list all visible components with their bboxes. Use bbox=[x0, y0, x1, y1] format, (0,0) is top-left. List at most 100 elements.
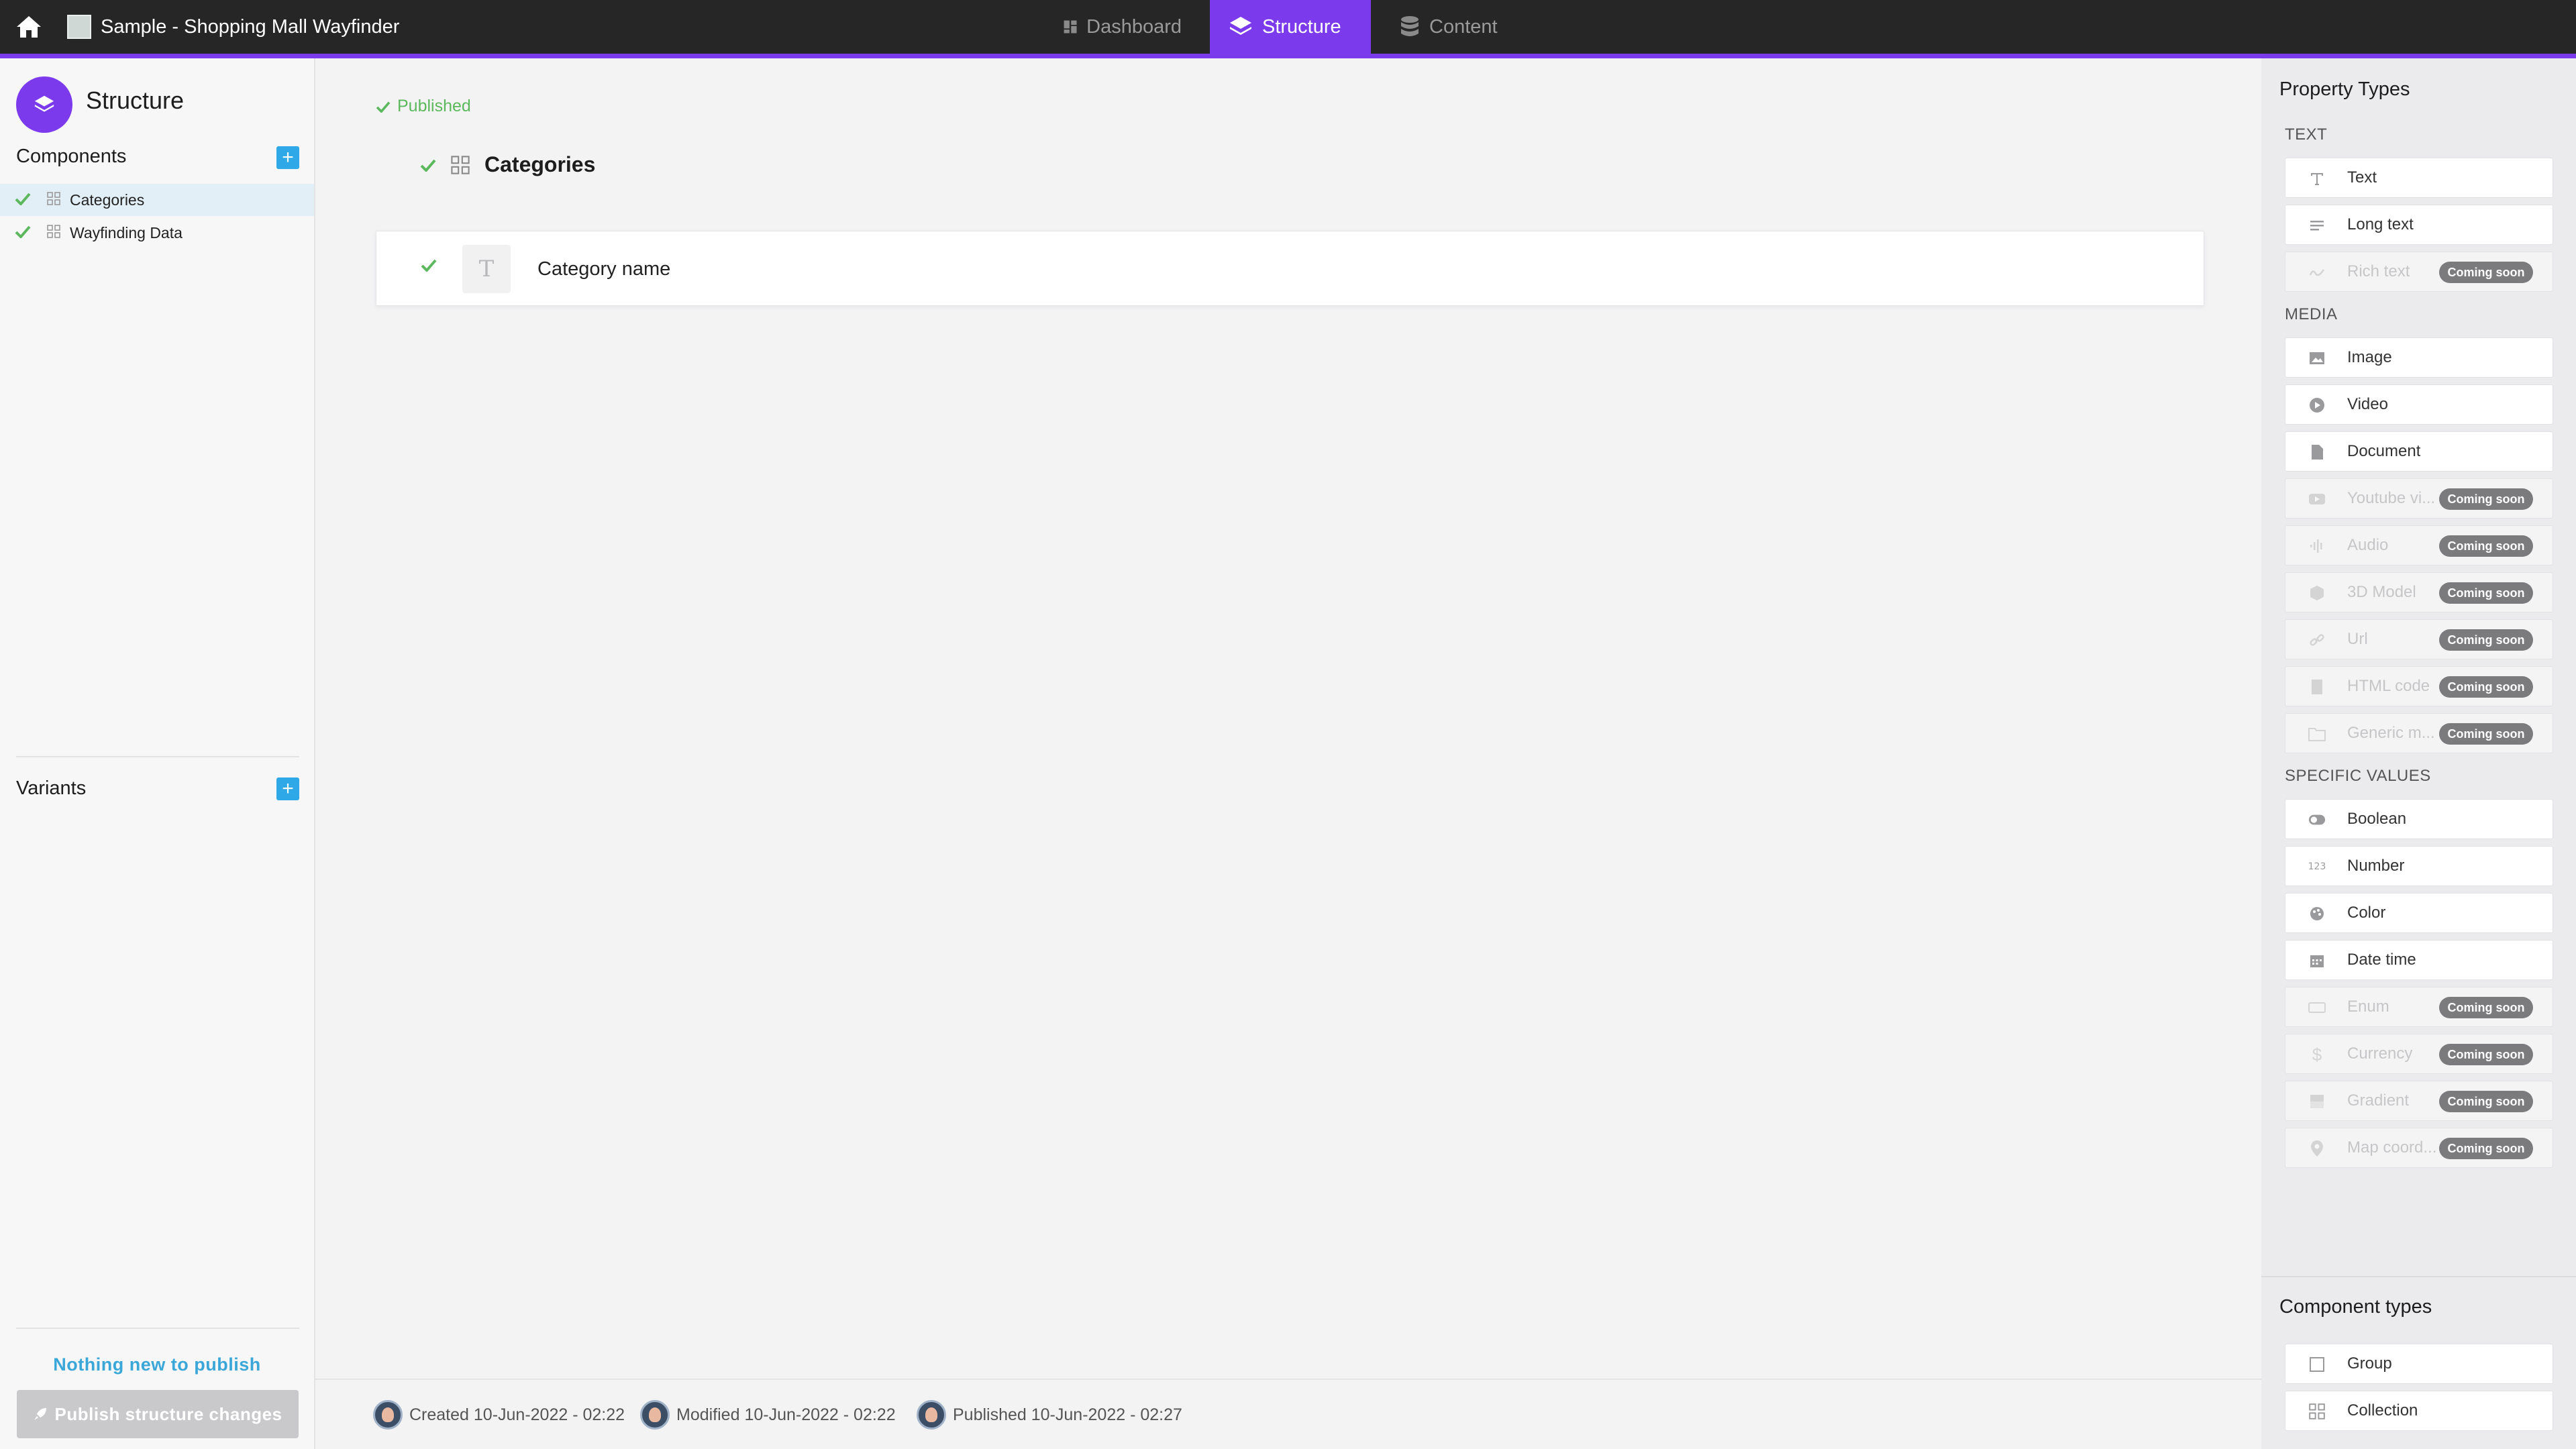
section-media-label: MEDIA bbox=[2285, 305, 2338, 323]
coming-soon-badge: Coming soon bbox=[2439, 535, 2533, 557]
component-type-collection[interactable]: Collection bbox=[2285, 1391, 2553, 1431]
variants-heading: Variants bbox=[16, 777, 87, 799]
coming-soon-badge: Coming soon bbox=[2439, 676, 2533, 698]
coming-soon-badge: Coming soon bbox=[2439, 1044, 2533, 1065]
check-icon bbox=[421, 259, 437, 272]
modified-info: Modified 10-Jun-2022 - 02:22 bbox=[640, 1400, 896, 1430]
tab-dashboard[interactable]: Dashboard bbox=[1045, 0, 1200, 54]
metadata-footer: Created 10-Jun-2022 - 02:22 Modified 10-… bbox=[315, 1379, 2261, 1449]
components-heading: Components bbox=[16, 146, 127, 167]
tab-content[interactable]: Content bbox=[1381, 0, 1522, 54]
audio-icon bbox=[2310, 539, 2322, 553]
component-type-group[interactable]: Group bbox=[2285, 1344, 2553, 1384]
image-icon bbox=[2310, 352, 2324, 364]
component-item-categories[interactable]: Categories bbox=[0, 184, 314, 216]
coming-soon-badge: Coming soon bbox=[2439, 262, 2533, 283]
text-icon bbox=[2311, 173, 2323, 185]
property-type-audio: Audio Coming soon bbox=[2285, 525, 2553, 566]
project-logo bbox=[67, 15, 91, 39]
sidebar-divider bbox=[16, 756, 299, 757]
property-type-document[interactable]: Document bbox=[2285, 431, 2553, 472]
enum-icon bbox=[2308, 1002, 2326, 1013]
published-info: Published 10-Jun-2022 - 02:27 bbox=[917, 1400, 1182, 1430]
property-type-boolean[interactable]: Boolean bbox=[2285, 799, 2553, 839]
property-type-3d-model: 3D Model Coming soon bbox=[2285, 572, 2553, 612]
property-type-long-text[interactable]: Long text bbox=[2285, 205, 2553, 245]
property-types-title: Property Types bbox=[2279, 78, 2410, 100]
publish-structure-button[interactable]: Publish structure changes bbox=[17, 1390, 299, 1438]
active-accent-line bbox=[0, 54, 2576, 58]
property-type-url: Url Coming soon bbox=[2285, 619, 2553, 659]
gradient-icon bbox=[2310, 1095, 2324, 1108]
tab-structure-label: Structure bbox=[1262, 15, 1341, 38]
long-text-icon bbox=[2310, 221, 2324, 231]
coming-soon-badge: Coming soon bbox=[2439, 997, 2533, 1018]
property-type-enum: Enum Coming soon bbox=[2285, 987, 2553, 1027]
home-button[interactable] bbox=[0, 0, 58, 54]
layers-icon bbox=[1230, 17, 1251, 35]
nothing-to-publish-text: Nothing new to publish bbox=[53, 1354, 261, 1375]
modified-text: Modified 10-Jun-2022 - 02:22 bbox=[676, 1405, 896, 1424]
property-type-text[interactable]: Text bbox=[2285, 158, 2553, 198]
tab-content-label: Content bbox=[1429, 15, 1498, 38]
created-text: Created 10-Jun-2022 - 02:22 bbox=[409, 1405, 625, 1424]
coming-soon-badge: Coming soon bbox=[2439, 1091, 2533, 1112]
project-title[interactable]: Sample - Shopping Mall Wayfinder bbox=[101, 0, 399, 54]
map-pin-icon bbox=[2311, 1140, 2323, 1157]
coming-soon-badge: Coming soon bbox=[2439, 723, 2533, 745]
coming-soon-badge: Coming soon bbox=[2439, 629, 2533, 651]
rich-text-icon bbox=[2309, 269, 2325, 276]
property-row[interactable]: T Category name bbox=[376, 231, 2204, 306]
component-editor: Published Categories T Category name bbox=[315, 58, 2261, 1380]
add-component-button[interactable]: + bbox=[276, 146, 299, 169]
property-type-generic-media: Generic m... Coming soon bbox=[2285, 713, 2553, 753]
coming-soon-badge: Coming soon bbox=[2439, 582, 2533, 604]
add-variant-button[interactable]: + bbox=[276, 777, 299, 800]
component-item-wayfinding-data[interactable]: Wayfinding Data bbox=[0, 217, 314, 249]
component-header: Categories bbox=[420, 152, 595, 177]
property-type-image[interactable]: Image bbox=[2285, 337, 2553, 378]
collection-icon bbox=[2309, 1403, 2325, 1419]
text-type-icon: T bbox=[462, 245, 511, 293]
coming-soon-badge: Coming soon bbox=[2439, 488, 2533, 510]
property-type-color[interactable]: Color bbox=[2285, 893, 2553, 933]
group-icon bbox=[2310, 1357, 2324, 1372]
component-item-label: Wayfinding Data bbox=[70, 223, 183, 241]
published-text: Published 10-Jun-2022 - 02:27 bbox=[953, 1405, 1182, 1424]
component-types-title: Component types bbox=[2279, 1296, 2432, 1318]
property-type-youtube: Youtube vi... Coming soon bbox=[2285, 478, 2553, 519]
video-icon bbox=[2310, 398, 2324, 413]
check-icon bbox=[15, 193, 31, 206]
structure-sidebar: Structure Components + Categories Wayfin… bbox=[0, 58, 315, 1449]
property-type-gradient: Gradient Coming soon bbox=[2285, 1081, 2553, 1121]
tab-structure[interactable]: Structure bbox=[1210, 0, 1371, 54]
tab-dashboard-label: Dashboard bbox=[1086, 15, 1182, 38]
publish-label: Publish structure changes bbox=[54, 1403, 282, 1424]
publish-status: Published bbox=[376, 97, 471, 116]
grid-icon bbox=[47, 191, 60, 205]
component-name[interactable]: Categories bbox=[484, 152, 595, 177]
3d-model-icon bbox=[2310, 586, 2324, 600]
property-type-video[interactable]: Video bbox=[2285, 384, 2553, 425]
link-icon bbox=[2310, 634, 2324, 646]
home-icon bbox=[17, 16, 41, 38]
property-status bbox=[421, 258, 437, 275]
sidebar-title: Structure bbox=[86, 87, 185, 114]
rocket-icon bbox=[34, 1408, 47, 1420]
section-text-label: TEXT bbox=[2285, 125, 2328, 144]
publish-status-label: Published bbox=[397, 97, 471, 115]
created-info: Created 10-Jun-2022 - 02:22 bbox=[373, 1400, 625, 1430]
check-icon bbox=[420, 159, 436, 172]
dashboard-icon bbox=[1064, 20, 1077, 34]
calendar-icon bbox=[2310, 955, 2324, 967]
grid-icon bbox=[451, 155, 470, 174]
palette-icon bbox=[2310, 907, 2324, 920]
avatar bbox=[640, 1400, 670, 1430]
property-type-date-time[interactable]: Date time bbox=[2285, 940, 2553, 980]
panel-divider bbox=[2261, 1276, 2576, 1277]
property-type-number[interactable]: 123 Number bbox=[2285, 846, 2553, 886]
avatar bbox=[373, 1400, 403, 1430]
component-item-label: Categories bbox=[70, 191, 145, 209]
check-icon bbox=[376, 101, 391, 113]
sidebar-divider bbox=[16, 1328, 299, 1329]
